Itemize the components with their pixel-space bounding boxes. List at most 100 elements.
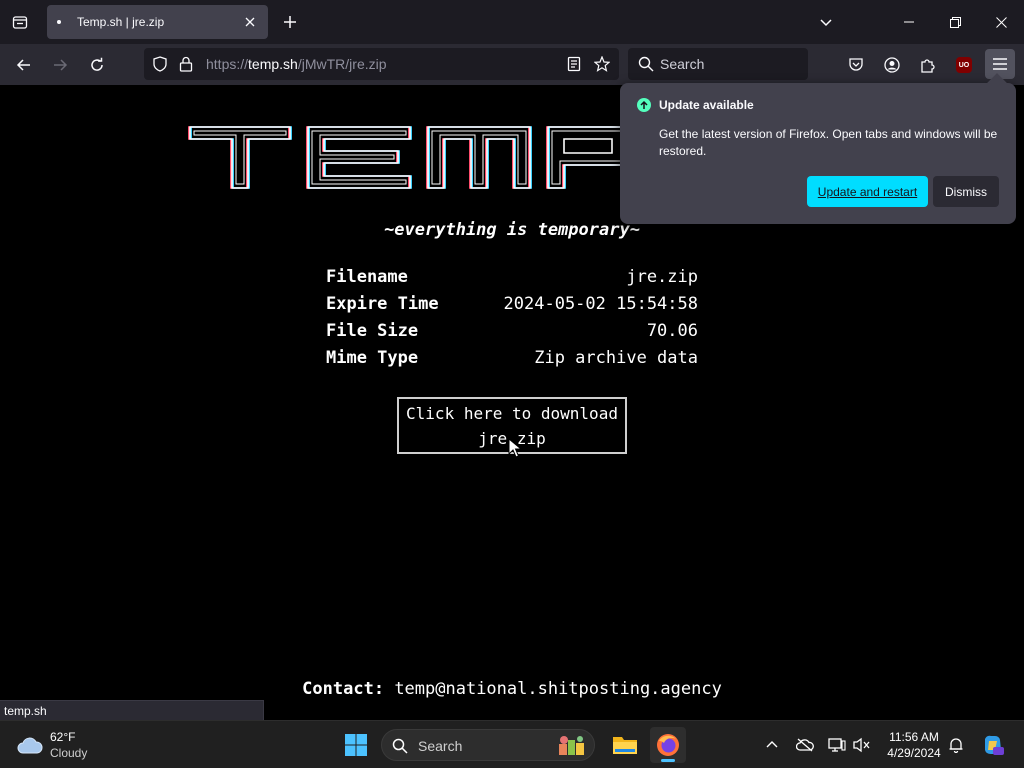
onedrive-tray[interactable] bbox=[795, 735, 815, 755]
file-info-value: jre.zip bbox=[626, 266, 698, 287]
file-info-row: Mime Type Zip archive data bbox=[326, 344, 698, 371]
status-panel: temp.sh bbox=[0, 700, 264, 720]
file-info-table: Filename jre.zip Expire Time 2024-05-02 15… bbox=[326, 263, 698, 371]
cloud-icon bbox=[17, 737, 43, 754]
contact-line: Contact: temp@national.shitposting.agenc… bbox=[0, 679, 1024, 699]
file-info-row: File Size 70.06 bbox=[326, 317, 698, 344]
search-highlight-icon bbox=[559, 736, 584, 755]
weather-widget[interactable]: 62°F Cloudy bbox=[16, 729, 87, 761]
display-network-icon bbox=[828, 738, 846, 752]
restore-button[interactable] bbox=[932, 0, 978, 44]
copilot-button[interactable] bbox=[980, 732, 1006, 758]
taskbar-search-label: Search bbox=[418, 738, 463, 754]
file-info-value: 70.06 bbox=[646, 320, 698, 341]
tab-title: Temp.sh | jre.zip bbox=[77, 15, 165, 29]
extensions-button[interactable] bbox=[915, 52, 941, 78]
list-all-tabs-button[interactable] bbox=[815, 11, 837, 33]
tab-favicon bbox=[57, 20, 61, 24]
chevron-down-icon bbox=[820, 19, 832, 27]
account-button[interactable] bbox=[879, 52, 905, 78]
firefox-icon bbox=[657, 734, 679, 756]
network-tray[interactable] bbox=[827, 735, 847, 755]
close-icon bbox=[245, 17, 255, 27]
notifications-button[interactable] bbox=[946, 735, 966, 755]
back-button[interactable] bbox=[11, 52, 37, 78]
search-bar[interactable]: Search bbox=[628, 48, 808, 80]
cloud-offline-icon bbox=[796, 738, 814, 752]
taskbar-firefox[interactable] bbox=[650, 727, 686, 763]
minimize-icon bbox=[904, 21, 914, 23]
file-info-label: Expire Time bbox=[326, 293, 439, 314]
mouse-cursor-icon bbox=[508, 438, 522, 458]
tab-active[interactable]: Temp.sh | jre.zip bbox=[47, 5, 268, 39]
url-path: /jMwTR/jre.zip bbox=[297, 56, 387, 72]
shield-icon bbox=[153, 56, 167, 72]
update-available-popup: Update available Get the latest version … bbox=[620, 73, 1016, 224]
download-button-line1: Click here to download bbox=[406, 404, 618, 423]
reload-icon bbox=[91, 57, 103, 71]
weather-temperature: 62°F bbox=[50, 730, 76, 744]
ublock-origin-icon: UO bbox=[956, 57, 972, 73]
popup-heading: Update available bbox=[659, 98, 754, 112]
weather-condition: Cloudy bbox=[50, 746, 88, 760]
system-clock[interactable]: 11:56 AM 4/29/2024 bbox=[880, 729, 948, 761]
bookmark-star-icon[interactable] bbox=[594, 56, 610, 72]
search-placeholder: Search bbox=[660, 56, 705, 72]
popup-description: Get the latest version of Firefox. Open … bbox=[659, 127, 998, 158]
hamburger-menu-icon bbox=[993, 58, 1007, 70]
account-icon bbox=[884, 57, 900, 73]
url-text: https://temp.sh/jMwTR/jre.zip bbox=[206, 56, 387, 72]
pocket-button[interactable] bbox=[843, 52, 869, 78]
firefox-view-icon bbox=[12, 16, 28, 29]
windows-start-icon[interactable] bbox=[344, 733, 368, 757]
close-window-button[interactable] bbox=[978, 0, 1024, 44]
plus-icon bbox=[284, 16, 296, 28]
close-icon bbox=[995, 16, 1007, 28]
update-and-restart-button[interactable]: Update and restart bbox=[807, 176, 928, 207]
active-app-indicator bbox=[661, 759, 675, 762]
chevron-up-icon bbox=[766, 741, 778, 748]
speaker-muted-icon bbox=[853, 737, 870, 753]
volume-tray[interactable] bbox=[852, 735, 872, 755]
url-bar[interactable]: https://temp.sh/jMwTR/jre.zip bbox=[144, 48, 619, 80]
arrow-right-icon bbox=[54, 59, 68, 71]
pocket-icon bbox=[849, 58, 863, 71]
forward-button[interactable] bbox=[47, 52, 73, 78]
app-menu-button[interactable] bbox=[985, 49, 1015, 79]
url-host: temp.sh bbox=[248, 56, 298, 72]
file-info-row: Filename jre.zip bbox=[326, 263, 698, 290]
show-hidden-icons-button[interactable] bbox=[762, 735, 782, 755]
bell-icon bbox=[949, 738, 963, 753]
search-icon bbox=[392, 738, 408, 754]
arrow-left-icon bbox=[16, 59, 30, 71]
url-scheme: https:// bbox=[206, 56, 249, 72]
minimize-button[interactable] bbox=[886, 0, 932, 44]
reader-view-icon[interactable] bbox=[567, 56, 581, 72]
navigation-toolbar: https://temp.sh/jMwTR/jre.zip Search UO bbox=[0, 44, 1024, 85]
lock-icon bbox=[179, 56, 193, 72]
clock-time: 11:56 AM bbox=[889, 730, 939, 744]
file-info-label: File Size bbox=[326, 320, 419, 341]
update-arrow-icon bbox=[637, 98, 651, 112]
taskbar-search-box[interactable]: Search bbox=[381, 729, 595, 761]
reload-button[interactable] bbox=[84, 52, 110, 78]
file-info-row: Expire Time 2024-05-02 15:54:58 bbox=[326, 290, 698, 317]
folder-icon bbox=[613, 737, 637, 754]
firefox-view-button[interactable] bbox=[8, 10, 32, 34]
new-tab-button[interactable] bbox=[279, 11, 301, 33]
search-icon bbox=[638, 56, 654, 72]
tab-close-button[interactable] bbox=[242, 14, 258, 30]
clock-date: 4/29/2024 bbox=[887, 746, 941, 760]
tab-strip: Temp.sh | jre.zip bbox=[0, 0, 1024, 44]
file-info-label: Mime Type bbox=[326, 347, 419, 368]
dismiss-button[interactable]: Dismiss bbox=[933, 176, 999, 207]
contact-label: Contact: bbox=[302, 679, 385, 699]
file-info-value: Zip archive data bbox=[534, 347, 698, 368]
ublock-origin-button[interactable]: UO bbox=[951, 52, 977, 78]
contact-email-link[interactable]: temp@national.shitposting.agency bbox=[394, 679, 722, 699]
temp-logo bbox=[188, 126, 628, 189]
taskbar-file-explorer[interactable] bbox=[607, 727, 643, 763]
copilot-icon bbox=[985, 735, 1004, 755]
file-info-label: Filename bbox=[326, 266, 408, 287]
file-info-value: 2024-05-02 15:54:58 bbox=[503, 293, 698, 314]
